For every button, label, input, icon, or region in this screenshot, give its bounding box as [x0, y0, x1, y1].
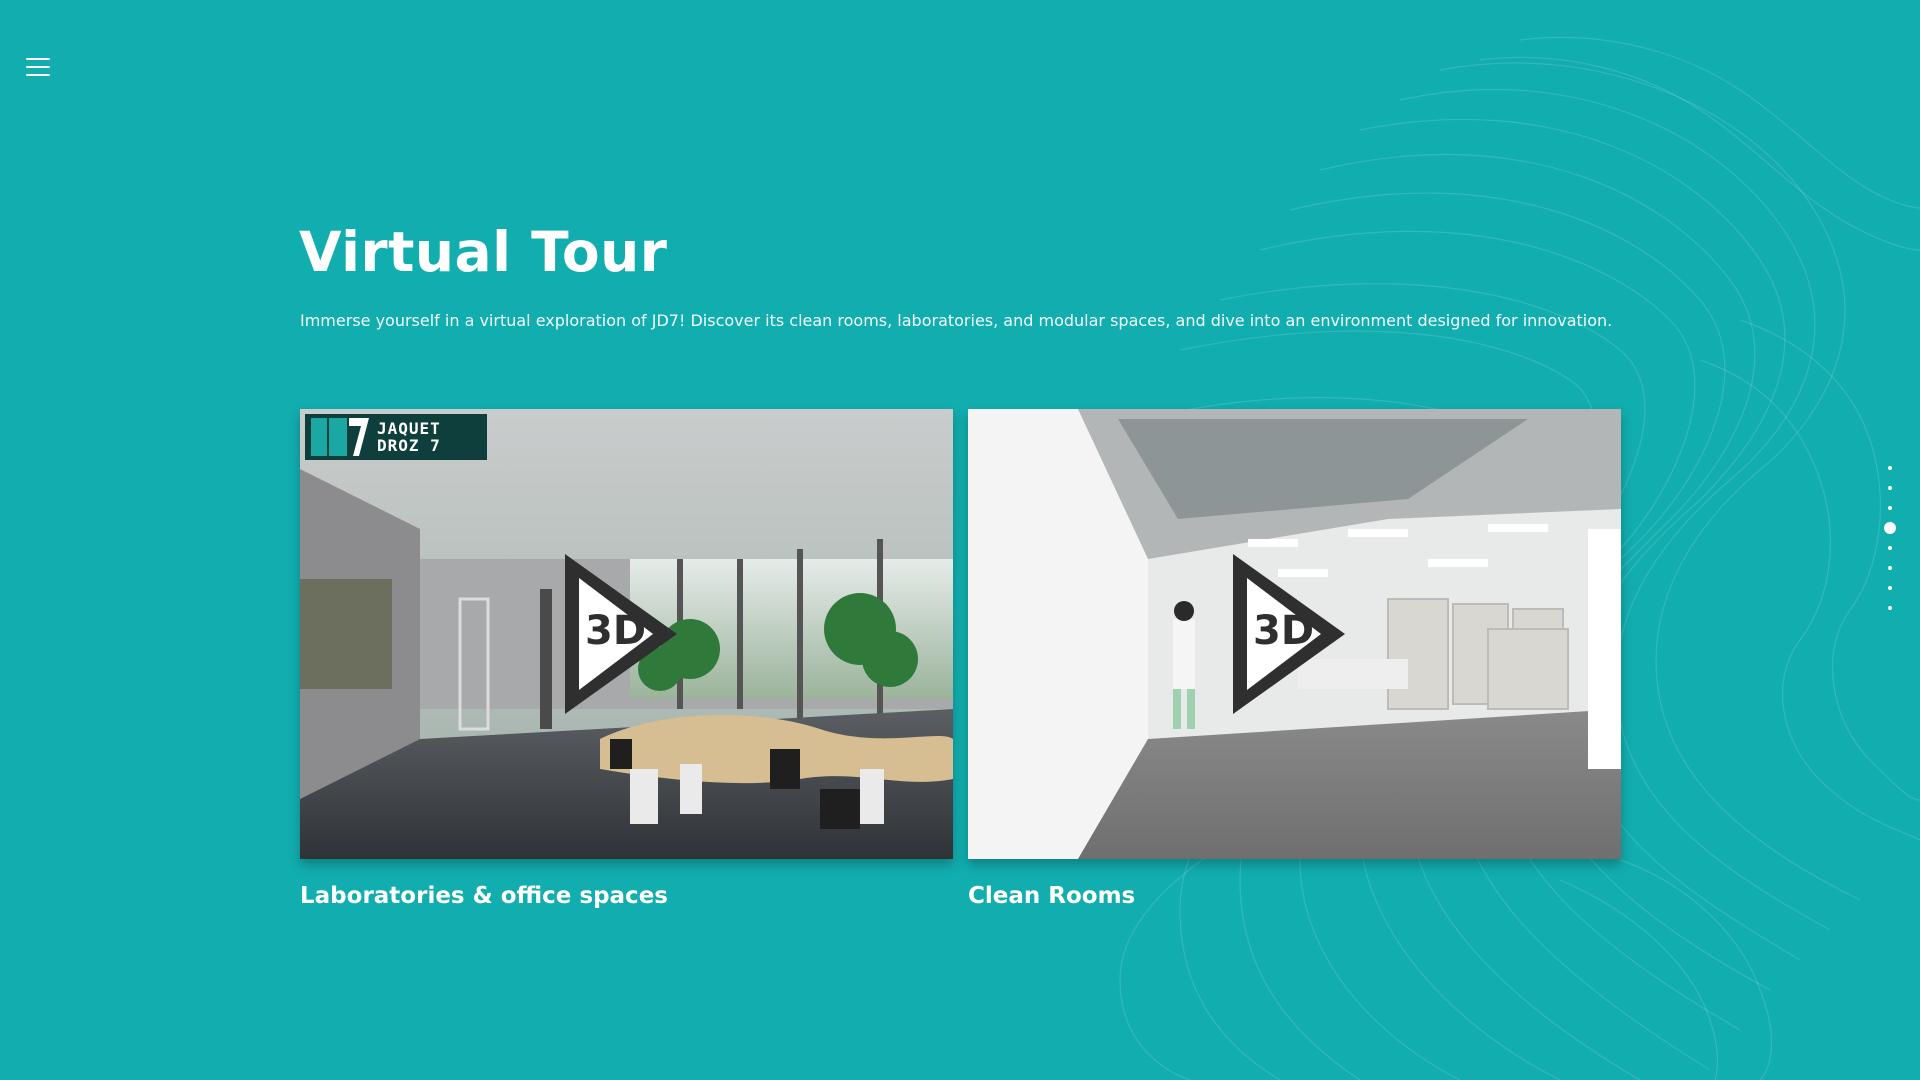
- jd7-logo-mark: [311, 418, 369, 456]
- intro-text: Immerse yourself in a virtual exploratio…: [300, 311, 1613, 330]
- tour-card-laboratories[interactable]: JAQUET DROZ 7 3D Laboratories & office s…: [300, 409, 953, 909]
- section-dot[interactable]: [1888, 566, 1892, 570]
- 3d-play-icon[interactable]: 3D: [565, 554, 677, 714]
- jaquet-droz-logo: JAQUET DROZ 7: [305, 414, 487, 460]
- logo-line-2: DROZ 7: [377, 436, 441, 455]
- hamburger-menu-icon[interactable]: [26, 58, 52, 78]
- menu-line: [26, 66, 50, 68]
- section-dot[interactable]: [1888, 466, 1892, 470]
- tour-caption-laboratories[interactable]: Laboratories & office spaces: [300, 883, 668, 909]
- section-dot[interactable]: [1888, 546, 1892, 550]
- 3d-badge: 3D: [1253, 608, 1315, 654]
- logo-line-1: JAQUET: [377, 419, 441, 438]
- 3d-play-icon[interactable]: 3D: [1233, 554, 1345, 714]
- section-dot[interactable]: [1888, 586, 1892, 590]
- section-navigation: [1883, 466, 1897, 626]
- tour-caption-clean-rooms[interactable]: Clean Rooms: [968, 883, 1135, 909]
- menu-line: [26, 74, 50, 76]
- tour-thumbnail-laboratories[interactable]: JAQUET DROZ 7 3D: [300, 409, 953, 859]
- 3d-badge: 3D: [585, 608, 647, 654]
- logo-text: JAQUET DROZ 7: [377, 420, 441, 454]
- section-dot[interactable]: [1888, 506, 1892, 510]
- tour-card-clean-rooms[interactable]: 3D Clean Rooms: [968, 409, 1621, 909]
- page-title: Virtual Tour: [299, 220, 668, 284]
- section-dot[interactable]: [1888, 606, 1892, 610]
- section-dot-active[interactable]: [1884, 522, 1896, 534]
- page: Virtual Tour Immerse yourself in a virtu…: [0, 0, 1920, 1080]
- tour-thumbnail-clean-rooms[interactable]: 3D: [968, 409, 1621, 859]
- topographic-background: [1019, 36, 1920, 1080]
- menu-line: [26, 58, 50, 60]
- section-dot[interactable]: [1888, 486, 1892, 490]
